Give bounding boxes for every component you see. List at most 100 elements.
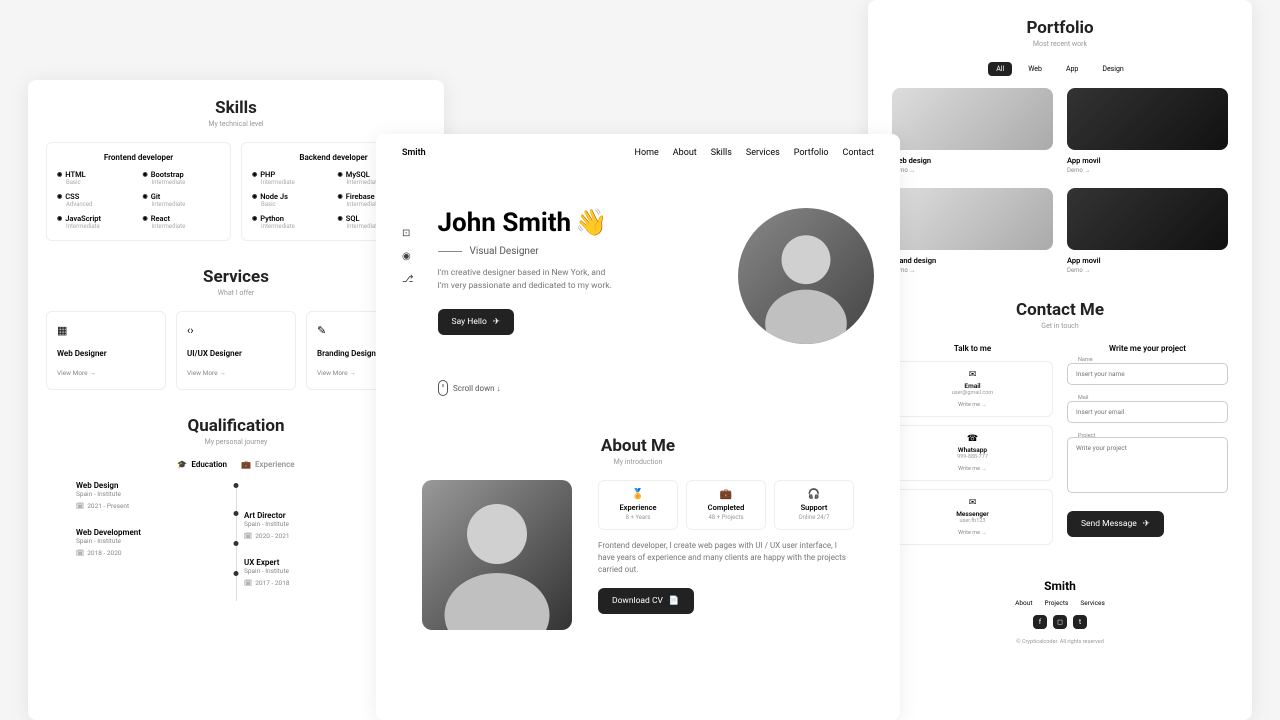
service-name: Web Designer: [57, 349, 155, 359]
portfolio-card[interactable]: App movil Demo →: [1067, 88, 1228, 174]
service-icon: ‹›: [187, 324, 285, 337]
instagram-icon[interactable]: ⊡: [402, 228, 414, 239]
services-subtitle: What I offer: [46, 289, 426, 297]
talk-heading: Talk to me: [892, 344, 1053, 353]
skill-item: Node JsBasic: [252, 192, 330, 208]
qualification-item: Art DirectorSpain - Institute🗓2020 - 202…: [244, 511, 396, 540]
view-more-link[interactable]: View More →: [57, 369, 155, 377]
timeline-dot: [234, 511, 239, 516]
say-hello-button[interactable]: Say Hello ✈: [438, 309, 514, 335]
wave-icon: 👋: [575, 208, 607, 238]
stat-icon: 🎧: [779, 489, 849, 500]
contact-section: Contact Me Get in touch Talk to me ✉Emai…: [892, 300, 1228, 553]
email-field[interactable]: [1067, 401, 1228, 423]
qualification-section: Qualification My personal journey 🎓 Educ…: [46, 416, 426, 605]
nav-link-home[interactable]: Home: [635, 148, 659, 158]
portfolio-card[interactable]: Brand designDemo →: [892, 188, 1053, 274]
demo-link[interactable]: Demo →: [1067, 167, 1228, 174]
contact-subtitle: Get in touch: [892, 322, 1228, 330]
skill-item: PythonIntermediate: [252, 214, 330, 230]
skills-subtitle: My technical level: [46, 120, 426, 128]
portfolio-item-title: App movil: [1067, 156, 1228, 165]
tab-education[interactable]: 🎓 Education: [177, 460, 227, 469]
qualification-subtitle: My personal journey: [46, 438, 426, 446]
name-field[interactable]: [1067, 363, 1228, 385]
stat-icon: 🏅: [603, 489, 673, 500]
portfolio-contact-panel: Portfolio Most recent work AllWebAppDesi…: [868, 0, 1252, 720]
project-field[interactable]: [1067, 437, 1228, 493]
filter-tab-all[interactable]: All: [988, 62, 1012, 76]
timeline-dot: [234, 541, 239, 546]
nav-link-about[interactable]: About: [673, 148, 697, 158]
skill-item: CSSAdvanced: [57, 192, 135, 208]
instagram-icon[interactable]: ◻: [1053, 615, 1067, 629]
about-description: Frontend developer, I create web pages w…: [598, 540, 854, 576]
contact-icon: ✉: [901, 370, 1044, 380]
qualification-item: Web DevelopmentSpain - Institute🗓2018 - …: [76, 528, 228, 557]
footer-link-projects[interactable]: Projects: [1044, 599, 1068, 607]
stat-card: 🎧SupportOnline 24/7: [774, 480, 854, 530]
write-me-link[interactable]: Write me →: [901, 530, 1044, 536]
demo-link[interactable]: Demo →: [892, 267, 1053, 274]
portfolio-item-title: App movil: [1067, 256, 1228, 265]
qualification-item: Web DesignSpain - Institute🗓2021 - Prese…: [76, 481, 228, 510]
hero-description: I'm creative designer based in New York,…: [438, 267, 618, 293]
write-heading: Write me your project: [1067, 344, 1228, 353]
filter-tab-app[interactable]: App: [1058, 62, 1086, 76]
write-me-link[interactable]: Write me →: [901, 466, 1044, 472]
write-me-link[interactable]: Write me →: [901, 402, 1044, 408]
calendar-icon: 🗓: [76, 502, 84, 510]
calendar-icon: 🗓: [76, 549, 84, 557]
skill-item: HTMLBasic: [57, 170, 135, 186]
service-card[interactable]: ▦ Web Designer View More →: [46, 311, 166, 390]
nav-link-services[interactable]: Services: [746, 148, 780, 158]
footer: Smith AboutProjectsServices f ◻ t © Cryp…: [892, 579, 1228, 645]
about-avatar: [422, 480, 572, 630]
github-icon[interactable]: ⎇: [402, 274, 414, 285]
portfolio-title: Portfolio: [892, 18, 1228, 38]
footer-link-services[interactable]: Services: [1080, 599, 1105, 607]
service-card[interactable]: ‹› UI/UX Designer View More →: [176, 311, 296, 390]
navbar: Smith Home About Skills Services Portfolio Co…: [402, 148, 874, 158]
demo-link[interactable]: Demo →: [892, 167, 1053, 174]
send-icon: ✈: [493, 317, 500, 327]
contact-icon: ☎: [901, 434, 1044, 444]
skill-card-title: Frontend developer: [57, 153, 220, 162]
dribbble-icon[interactable]: ◉: [402, 251, 414, 262]
stat-icon: 💼: [691, 489, 761, 500]
facebook-icon[interactable]: f: [1033, 615, 1047, 629]
social-links: ⊡ ◉ ⎇: [402, 228, 414, 285]
portfolio-thumbnail: [1067, 188, 1228, 250]
portfolio-thumbnail: [892, 188, 1053, 250]
send-icon: ✈: [1143, 519, 1150, 529]
service-icon: ▦: [57, 324, 155, 337]
demo-link[interactable]: Demo →: [1067, 267, 1228, 274]
footer-link-about[interactable]: About: [1015, 599, 1032, 607]
twitter-icon[interactable]: t: [1073, 615, 1087, 629]
filter-tab-design[interactable]: Design: [1094, 62, 1131, 76]
filter-tab-web[interactable]: Web: [1020, 62, 1050, 76]
send-message-button[interactable]: Send Message ✈: [1067, 511, 1164, 537]
nav-link-skills[interactable]: Skills: [711, 148, 732, 158]
download-cv-button[interactable]: Download CV 📄: [598, 588, 694, 614]
tab-experience[interactable]: 💼 Experience: [241, 460, 295, 469]
stat-card: 💼Completed48 + Projects: [686, 480, 766, 530]
service-name: UI/UX Designer: [187, 349, 285, 359]
nav-link-portfolio[interactable]: Portfolio: [794, 148, 829, 158]
skill-card: Frontend developerHTMLBasicBootstrapInte…: [46, 142, 231, 241]
about-title: About Me: [402, 436, 874, 456]
scroll-down-link[interactable]: Scroll down ↓: [438, 380, 874, 396]
nav-link-contact[interactable]: Contact: [843, 148, 874, 158]
services-section: Services What I offer ▦ Web Designer View …: [46, 267, 426, 390]
skill-item: ReactIntermediate: [143, 214, 221, 230]
logo[interactable]: Smith: [402, 148, 426, 158]
portfolio-section: Portfolio Most recent work AllWebAppDesi…: [892, 18, 1228, 274]
portfolio-card[interactable]: Web designDemo →: [892, 88, 1053, 174]
portfolio-card[interactable]: App movil Demo →: [1067, 188, 1228, 274]
timeline-dot: [234, 571, 239, 576]
services-title: Services: [46, 267, 426, 287]
contact-title: Contact Me: [892, 300, 1228, 320]
footer-logo: Smith: [892, 579, 1228, 593]
mouse-icon: [438, 380, 448, 396]
view-more-link[interactable]: View More →: [187, 369, 285, 377]
